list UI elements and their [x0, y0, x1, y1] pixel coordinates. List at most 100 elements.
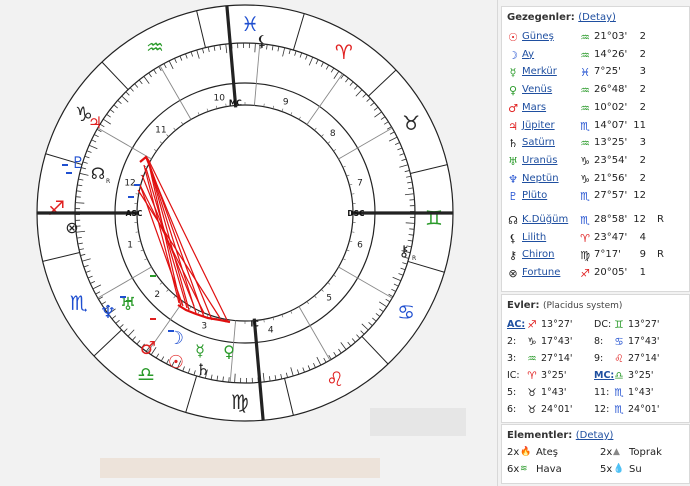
sign-icon: ♓	[580, 66, 590, 80]
house-number: 6	[357, 240, 363, 250]
elements-panel: Elementler: (Detay) 2x 🔥 Ateş 2x ▲ Toprak 6x ≋ H…	[501, 424, 690, 484]
house-number: 10	[214, 93, 226, 103]
planet-name-link[interactable]: Venüs	[522, 84, 552, 95]
house-degree: 27°14'	[628, 353, 660, 364]
north-node-glyph: ☊	[91, 164, 105, 183]
planet-name-link[interactable]: K.Düğüm	[522, 214, 568, 225]
chart-area: ♒ ♓ ♈ ♉ ♊ ♋ ♌ ♍ ♎ ♏ ♐ ♑ 1 2 3 4 5 6 7 8 9 10 11 12 ASC DSC MC IC ☉ ☽ ☿…	[0, 0, 497, 486]
planets-detail-link[interactable]: (Detay)	[578, 12, 616, 23]
house-row: 5: ♉ 1°43' 11: ♏ 1°43'	[502, 385, 689, 402]
house-degree: 24°01'	[541, 404, 573, 415]
planet-house: 1	[639, 267, 646, 279]
planet-icon: ♅	[508, 154, 518, 168]
houses-panel: Evler: (Placidus system) AC: ♐ 13°27' DC: ♊ 1…	[501, 294, 690, 423]
planet-name-link[interactable]: Fortune	[522, 267, 560, 278]
house-label[interactable]: MC:	[594, 370, 614, 381]
house-row: IC: ♈ 3°25' MC: ♎ 3°25'	[502, 368, 689, 385]
degree-tick	[75, 202, 85, 204]
house-degree: 17°43'	[541, 336, 573, 347]
planet-marker	[66, 172, 72, 174]
planet-row: ☿ Merkür ♓ 7°25' 3	[502, 64, 689, 81]
planet-name-link[interactable]: Satürn	[522, 137, 555, 148]
house-number: 3	[201, 321, 207, 331]
planet-name-link[interactable]: Neptün	[522, 173, 559, 184]
house-number: 4	[268, 326, 274, 336]
degree-tick	[405, 222, 415, 224]
house-degree: 27°14'	[541, 353, 573, 364]
sign-icon: ♎	[614, 370, 624, 382]
planet-row: ♅ Uranüs ♑ 23°54' 2	[502, 153, 689, 170]
blurred-caption	[370, 408, 466, 436]
planet-name-link[interactable]: Chiron	[522, 249, 554, 260]
sign-icon: ♋	[614, 336, 624, 348]
planet-icon: ♇	[508, 190, 518, 204]
sign-icon: ♒	[580, 137, 590, 151]
sign-icon: ♏	[580, 214, 590, 227]
planet-icon: ⚷	[508, 249, 518, 263]
planet-house: 2	[639, 101, 646, 113]
planet-degree: 7°17'	[594, 249, 621, 261]
planet-name-link[interactable]: Plüto	[522, 190, 547, 201]
chiron-glyph: ⚷	[399, 242, 410, 260]
planet-row: ♃ Jüpiter ♏ 14°07' 11	[502, 118, 689, 135]
house-label: 2:	[507, 336, 517, 347]
sign-icon: ♈	[527, 370, 537, 382]
cancer-sign: ♋	[397, 300, 415, 324]
neptune-glyph: ♆	[100, 302, 116, 323]
planet-name-link[interactable]: Merkür	[522, 66, 557, 77]
planet-row: ♄ Satürn ♒ 13°25' 3	[502, 135, 689, 152]
element-count: 2x	[507, 447, 520, 458]
house-label[interactable]: AC:	[507, 319, 525, 330]
element-count: 6x	[507, 464, 520, 475]
planets-panel: Gezegenler: (Detay) ☉ Güneş ♒ 21°03' 2 ☽ Ay ♒ 14…	[501, 6, 690, 292]
sign-icon: ♏	[580, 190, 590, 204]
element-label: Toprak	[629, 447, 662, 458]
retrograde-flag: R	[657, 214, 664, 225]
mc-label: MC	[229, 98, 242, 107]
planet-row: ♂ Mars ♒ 10°02' 2	[502, 100, 689, 117]
planet-name-link[interactable]: Lilith	[522, 232, 546, 243]
house-label: 6:	[507, 404, 517, 415]
sign-icon: ♈	[580, 231, 590, 245]
element-item: 5x 💧 Su	[595, 462, 685, 479]
planet-name-link[interactable]: Jüpiter	[522, 120, 555, 131]
sign-icon: ♒	[580, 84, 590, 98]
planet-icon: ☿	[509, 66, 517, 80]
elements-title: Elementler:	[507, 430, 573, 441]
sign-icon: ♌	[614, 353, 624, 365]
planet-house: 3	[639, 66, 646, 78]
planet-degree: 13°25'	[594, 137, 628, 149]
planet-house: 3	[639, 137, 646, 149]
sign-icon: ♐	[580, 267, 590, 281]
house-number: 1	[127, 240, 133, 250]
house-label: 9:	[594, 353, 604, 364]
inner-ring	[136, 104, 354, 322]
house-degree: 13°27'	[541, 319, 573, 330]
planet-icon: ☉	[508, 31, 518, 44]
house-degree: 17°43'	[628, 336, 660, 347]
house-degree: 1°43'	[541, 387, 567, 398]
planet-name-link[interactable]: Mars	[522, 102, 546, 113]
house-row: 3: ♒ 27°14' 9: ♌ 27°14'	[502, 351, 689, 368]
planet-name-link[interactable]: Ay	[522, 49, 534, 60]
planet-degree: 28°58'	[594, 214, 628, 225]
house-number: 5	[326, 294, 332, 304]
planet-row: ☉ Güneş ♒ 21°03' 2	[502, 29, 689, 46]
virgo-sign: ♍	[231, 390, 249, 414]
sign-icon: ♐	[527, 319, 537, 331]
planet-icon: ♆	[508, 172, 518, 186]
elements-detail-link[interactable]: (Detay)	[576, 430, 614, 441]
sign-icon: ♒	[527, 353, 537, 365]
planet-marker	[134, 184, 140, 186]
element-count: 5x	[600, 464, 613, 475]
sign-icon: ♒	[580, 101, 590, 115]
mars-glyph: ♂	[140, 338, 156, 359]
planets-title: Gezegenler:	[507, 12, 575, 23]
planet-name-link[interactable]: Güneş	[522, 31, 554, 42]
planet-name-link[interactable]: Uranüs	[522, 155, 557, 166]
planet-icon: ♀	[508, 84, 518, 98]
element-label: Su	[629, 464, 642, 475]
planet-house: 2	[639, 84, 646, 96]
planet-house: 2	[639, 31, 646, 42]
planet-icon: ♃	[508, 119, 518, 133]
